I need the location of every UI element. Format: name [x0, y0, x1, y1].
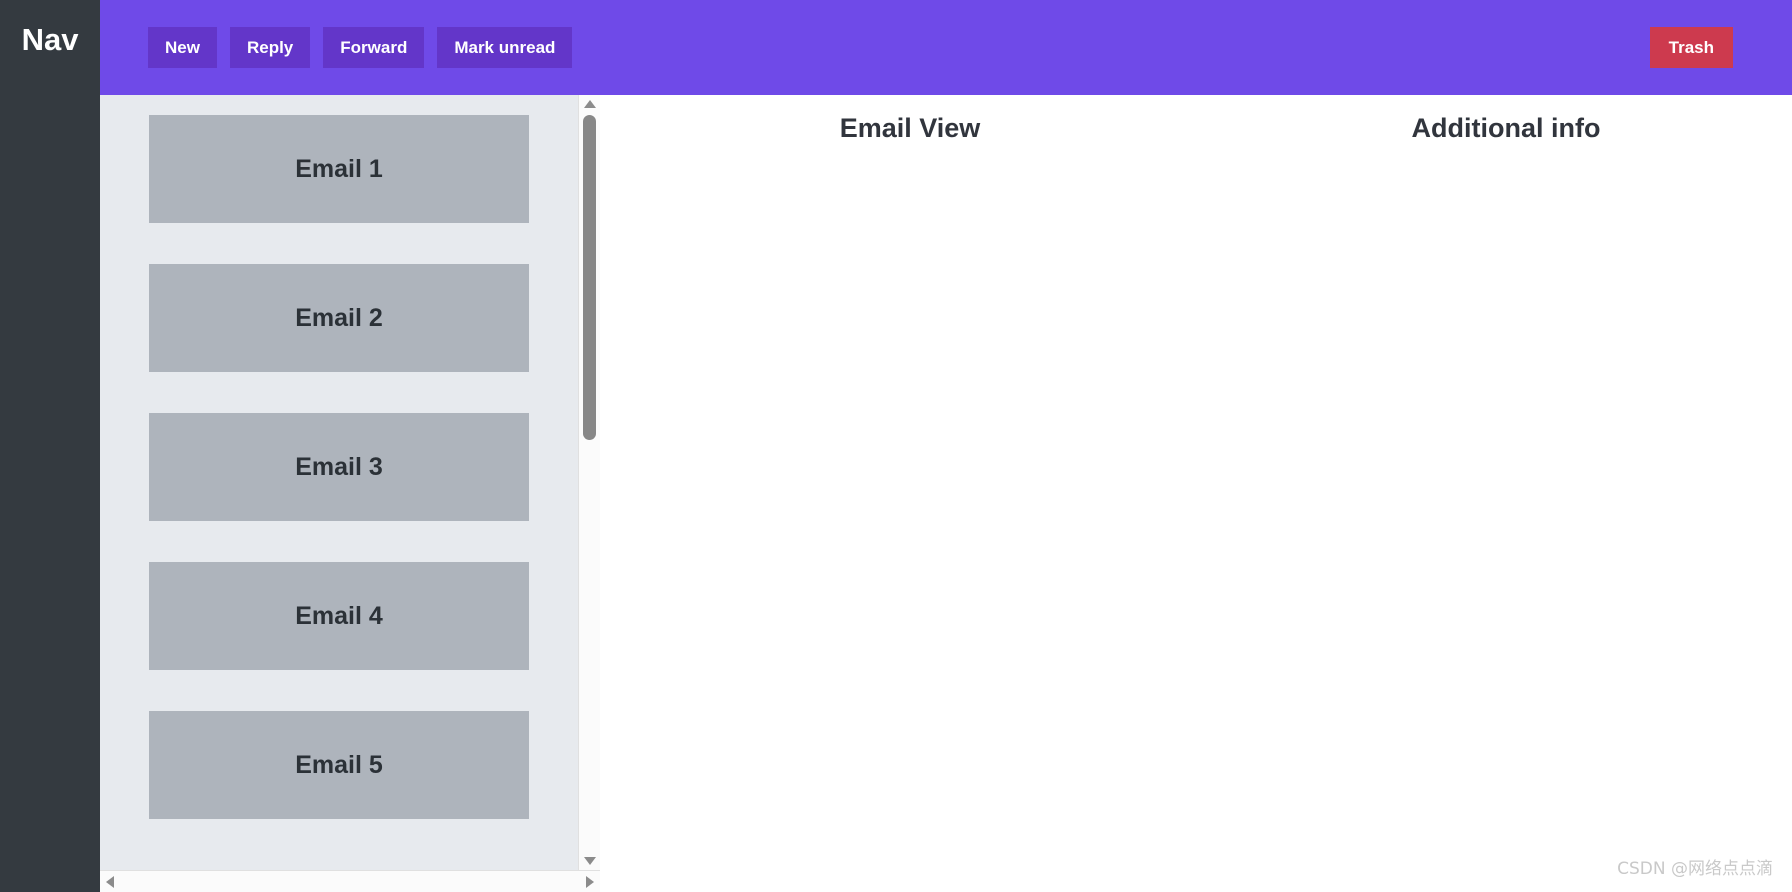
list-top-spacer [100, 95, 578, 115]
list-item[interactable]: Email 5 [149, 711, 529, 819]
arrow-up-icon [583, 100, 596, 108]
email-list-scroll-area[interactable]: Email 1 Email 2 Email 3 Email 4 Email 5 [100, 95, 578, 892]
toolbar-trash-group: Trash [1649, 27, 1733, 68]
additional-info-pane: Additional info [1220, 95, 1792, 892]
nav-sidebar: Nav [0, 0, 100, 892]
mark-unread-button[interactable]: Mark unread [437, 27, 573, 68]
new-button[interactable]: New [148, 27, 217, 68]
toolbar-actions-group: New Reply Forward Mark unread [148, 27, 573, 68]
email-view-title: Email View [839, 113, 981, 143]
list-item[interactable]: Email 4 [149, 562, 529, 670]
additional-info-title: Additional info [1411, 113, 1601, 143]
scroll-right-button[interactable] [580, 871, 600, 892]
nav-title: Nav [21, 22, 79, 57]
list-item[interactable]: Email 2 [149, 264, 529, 372]
reply-button[interactable]: Reply [229, 27, 311, 68]
trash-button[interactable]: Trash [1649, 27, 1733, 68]
watermark: CSDN @网络点点滴 [1617, 859, 1773, 879]
scroll-left-button[interactable] [100, 871, 120, 892]
email-list-panel[interactable]: Email 1 Email 2 Email 3 Email 4 Email 5 [100, 95, 600, 892]
arrow-down-icon [583, 857, 596, 865]
vertical-scrollbar[interactable] [578, 95, 600, 870]
list-item[interactable]: Email 1 [149, 115, 529, 223]
horizontal-scrollbar[interactable] [100, 870, 600, 892]
list-item[interactable]: Email 3 [149, 413, 529, 521]
forward-button[interactable]: Forward [323, 27, 425, 68]
scroll-down-button[interactable] [579, 852, 600, 870]
arrow-left-icon [106, 875, 114, 888]
vertical-scroll-thumb[interactable] [583, 115, 596, 440]
top-toolbar: New Reply Forward Mark unread Trash [100, 0, 1792, 95]
scroll-up-button[interactable] [579, 95, 600, 113]
arrow-right-icon [586, 875, 594, 888]
email-view-pane: Email View [600, 95, 1220, 892]
